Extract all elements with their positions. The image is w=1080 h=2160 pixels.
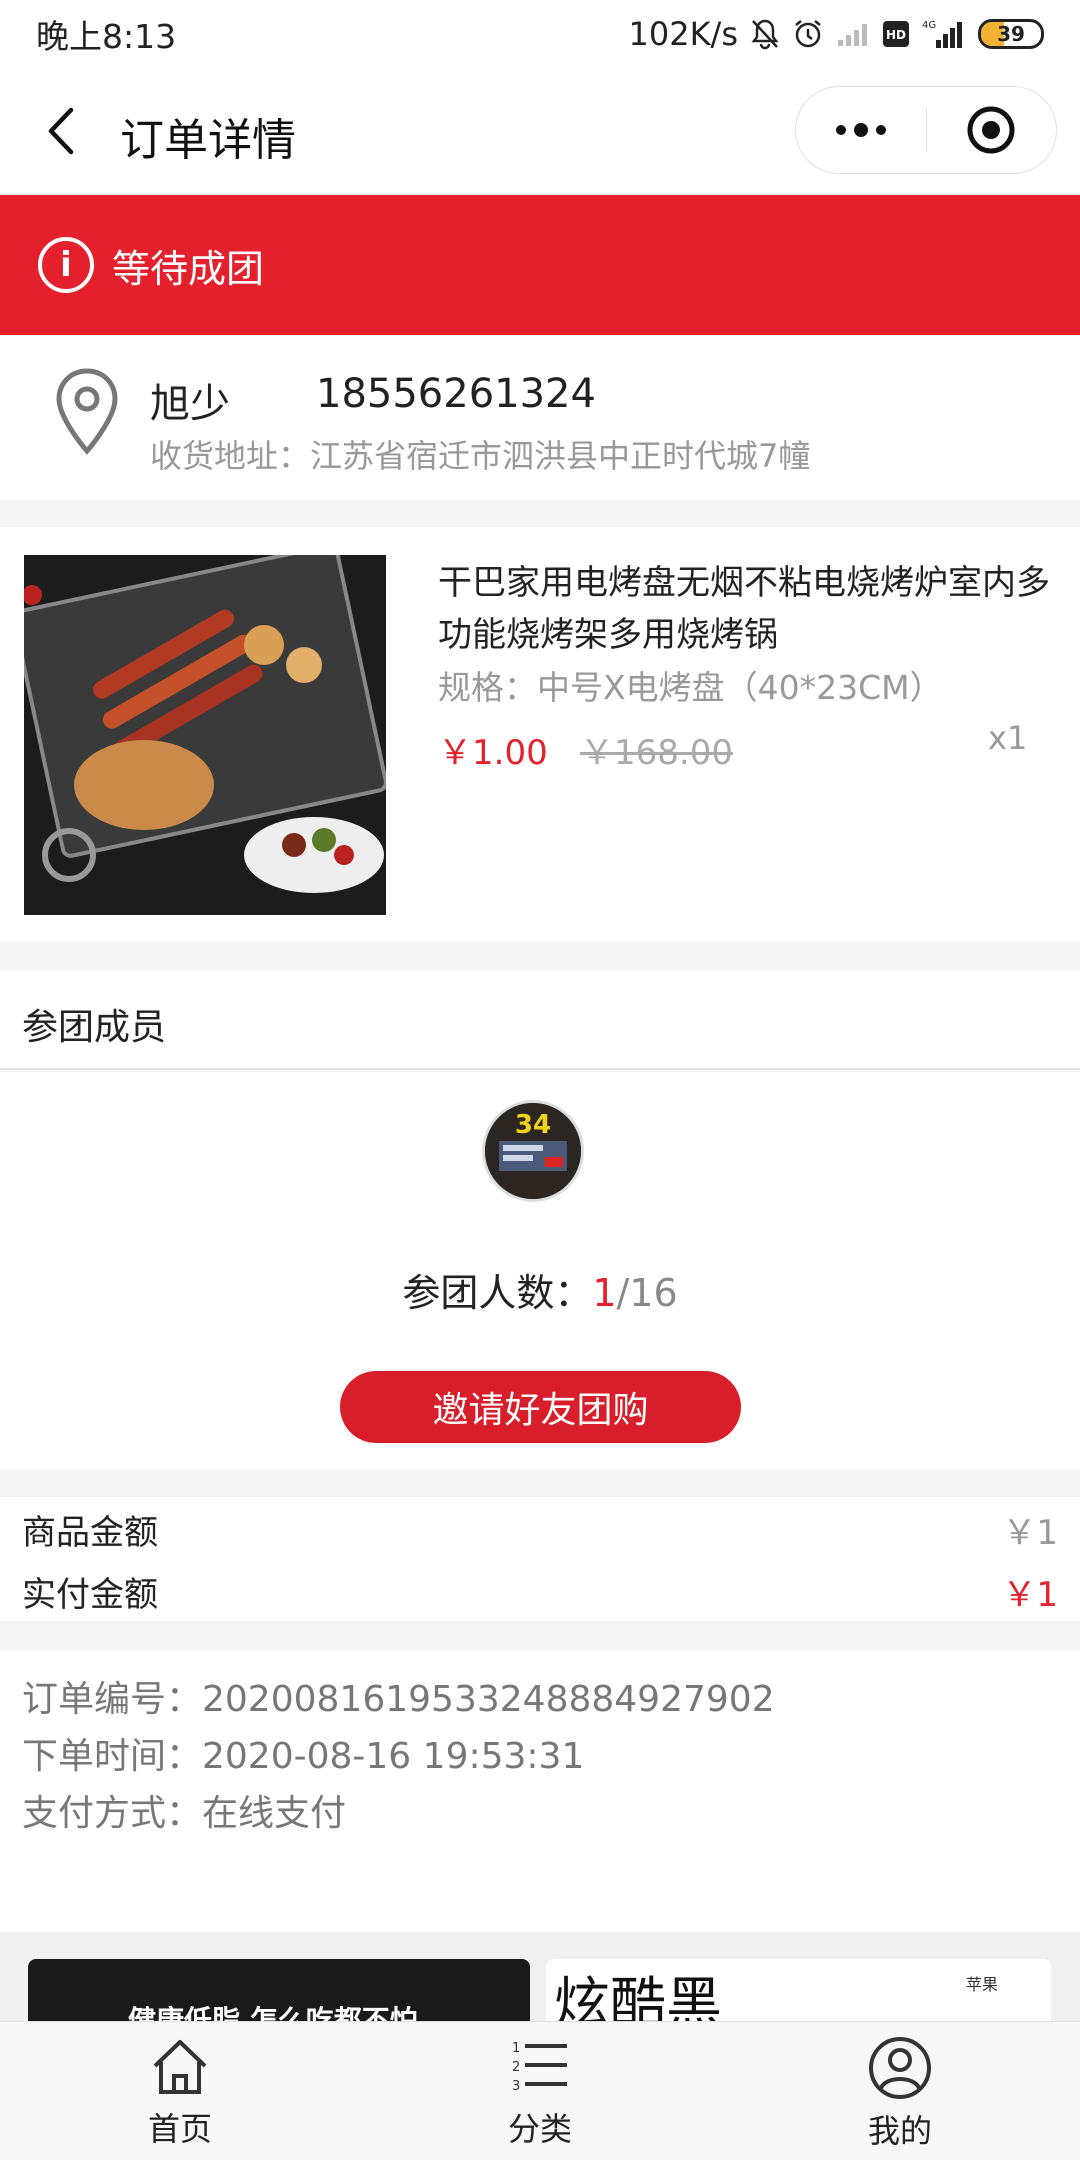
close-miniprogram-button[interactable] [927, 87, 1057, 173]
order-info: 订单编号：2020081619533248884927902 下单时间：2020… [0, 1650, 1080, 1932]
tab-home[interactable]: 首页 [0, 2022, 360, 2160]
location-pin-icon [56, 368, 118, 455]
group-members-header: 参团成员 [0, 970, 1080, 1070]
more-button[interactable] [796, 87, 926, 173]
svg-text:HD: HD [886, 28, 906, 42]
paid-amount-row: 实付金额 ￥1 [0, 1559, 1080, 1621]
target-close-icon [967, 106, 1015, 154]
ad-strip: 健康低脂 怎么吃都不怕 炫酷黑 苹果 [0, 1932, 1080, 2032]
home-icon [153, 2040, 207, 2094]
recipient-phone: 18556261324 [316, 371, 596, 417]
user-icon [869, 2037, 931, 2099]
member-avatar[interactable]: 34 [482, 1100, 584, 1202]
back-arrow-icon [48, 107, 74, 155]
svg-text:2: 2 [512, 2060, 520, 2075]
mini-program-capsule [795, 86, 1057, 174]
order-status-text: 等待成团 [112, 246, 265, 291]
product-price: ￥1.00 [438, 733, 548, 773]
goods-amount-value: ￥1 [1002, 1513, 1058, 1553]
order-status-banner: i 等待成团 [0, 195, 1080, 335]
svg-text:34: 34 [515, 1110, 551, 1140]
cellular-signal-icon: 4G [922, 18, 966, 50]
member-count-label: 参团人数： [402, 1271, 593, 1315]
hd-icon: HD [882, 20, 910, 48]
amount-summary: 商品金额 ￥1 实付金额 ￥1 [0, 1497, 1080, 1621]
tab-mine-label: 我的 [867, 2112, 932, 2150]
status-time: 晚上8:13 [36, 17, 177, 56]
page-title: 订单详情 [120, 115, 296, 166]
status-bar: 晚上8:13 102K/s HD 4G 39 [0, 0, 1080, 68]
group-members-section: 34 参团人数：1/16 邀请好友团购 [0, 1072, 1080, 1470]
tab-category-label: 分类 [507, 2110, 572, 2148]
svg-text:1: 1 [512, 2041, 520, 2056]
alarm-icon [792, 18, 824, 50]
order-detail-page: 晚上8:13 102K/s HD 4G 39 订单详情 i 等待成团 旭少 18… [0, 0, 1080, 2160]
order-number: 订单编号：2020081619533248884927902 [22, 1679, 775, 1720]
navigation-bar: 订单详情 [0, 68, 1080, 195]
invite-friends-button[interactable]: 邀请好友团购 [340, 1371, 741, 1443]
recipient-name: 旭少 [150, 381, 230, 427]
battery-level: 39 [997, 22, 1025, 46]
product-quantity: x1 [988, 719, 1028, 757]
ad-right-small: 苹果 [966, 1975, 999, 1994]
member-count-total: /16 [616, 1271, 678, 1315]
bottom-tab-bar: 首页 1 2 3 分类 我的 [0, 2021, 1080, 2160]
goods-amount-label: 商品金额 [22, 1513, 158, 1553]
product-image[interactable] [24, 555, 386, 915]
svg-text:3: 3 [512, 2079, 520, 2094]
product-title: 干巴家用电烤盘无烟不粘电烧烤炉室内多功能烧烤架多用烧烤锅 [438, 563, 1050, 655]
mute-bell-icon [750, 18, 780, 50]
svg-text:4G: 4G [922, 20, 936, 31]
back-button[interactable] [30, 98, 90, 164]
payment-method: 支付方式：在线支付 [22, 1793, 347, 1834]
product-card[interactable]: 干巴家用电烤盘无烟不粘电烧烤炉室内多功能烧烤架多用烧烤锅 规格：中号X电烤盘（4… [0, 527, 1080, 942]
network-speed: 102K/s [628, 15, 738, 53]
wifi-signal-icon [836, 20, 870, 48]
group-members-title: 参团成员 [22, 1007, 167, 1048]
shipping-address: 旭少 18556261324 收货地址：江苏省宿迁市泗洪县中正时代城7幢 [0, 335, 1080, 500]
member-count: 参团人数：1/16 [0, 1262, 1080, 1317]
category-list-icon: 1 2 3 [512, 2041, 567, 2094]
tab-category[interactable]: 1 2 3 分类 [360, 2022, 720, 2160]
tab-home-label: 首页 [147, 2110, 212, 2148]
product-spec: 规格：中号X电烤盘（40*23CM） [438, 668, 943, 707]
battery-indicator: 39 [978, 19, 1044, 49]
member-count-current: 1 [592, 1271, 617, 1315]
order-time: 下单时间：2020-08-16 19:53:31 [22, 1736, 585, 1777]
status-icons: 102K/s HD 4G 39 [628, 15, 1044, 53]
more-dots-icon [835, 123, 886, 137]
goods-amount-row: 商品金额 ￥1 [0, 1497, 1080, 1559]
paid-amount-label: 实付金额 [22, 1575, 158, 1615]
address-line: 收货地址：江苏省宿迁市泗洪县中正时代城7幢 [150, 437, 811, 475]
tab-mine[interactable]: 我的 [720, 2022, 1080, 2160]
product-original-price: ￥168.00 [580, 733, 733, 773]
info-icon: i [38, 237, 94, 293]
paid-amount-value: ￥1 [1002, 1575, 1058, 1615]
